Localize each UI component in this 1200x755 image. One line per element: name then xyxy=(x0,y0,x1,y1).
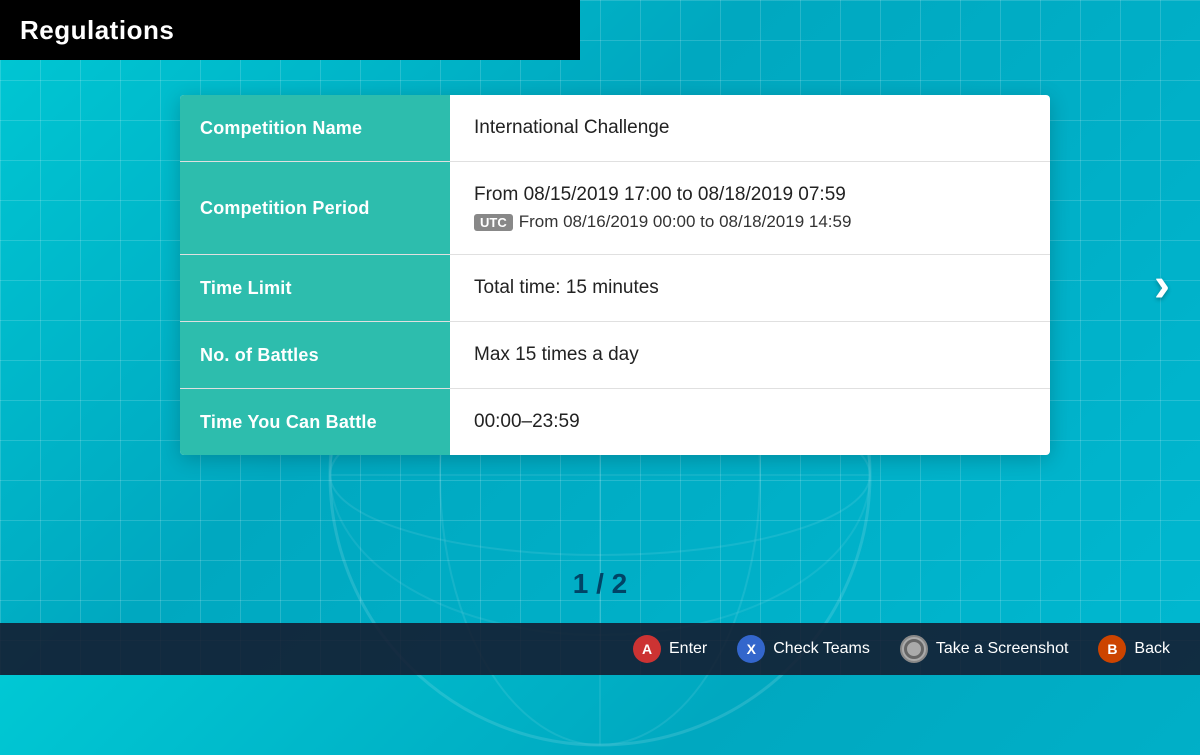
competition-name-text: International Challenge xyxy=(474,117,1026,139)
b-button[interactable]: B xyxy=(1098,635,1126,663)
table-row: No. of Battles Max 15 times a day xyxy=(180,322,1050,389)
no-of-battles-text: Max 15 times a day xyxy=(474,344,1026,366)
time-limit-text: Total time: 15 minutes xyxy=(474,277,1026,299)
table-row: Competition Name International Challenge xyxy=(180,95,1050,162)
title-bar: Regulations xyxy=(0,0,580,60)
back-label: Back xyxy=(1134,640,1170,658)
competition-name-label: Competition Name xyxy=(180,95,450,161)
regulations-panel: Competition Name International Challenge… xyxy=(180,95,1050,455)
time-can-battle-value: 00:00–23:59 xyxy=(450,389,1050,455)
time-limit-value: Total time: 15 minutes xyxy=(450,255,1050,321)
page-indicator: 1 / 2 xyxy=(573,568,627,600)
o-button[interactable] xyxy=(900,635,928,663)
action-enter[interactable]: A Enter xyxy=(633,635,707,663)
competition-period-label: Competition Period xyxy=(180,162,450,254)
competition-period-utc-line: UTC From 08/16/2019 00:00 to 08/18/2019 … xyxy=(474,212,1026,232)
enter-label: Enter xyxy=(669,640,707,658)
utc-badge: UTC xyxy=(474,214,513,231)
table-row: Time You Can Battle 00:00–23:59 xyxy=(180,389,1050,455)
page-title: Regulations xyxy=(20,15,174,46)
time-limit-label: Time Limit xyxy=(180,255,450,321)
competition-period-value: From 08/15/2019 17:00 to 08/18/2019 07:5… xyxy=(450,162,1050,254)
action-screenshot[interactable]: Take a Screenshot xyxy=(900,635,1069,663)
action-back[interactable]: B Back xyxy=(1098,635,1170,663)
screenshot-label: Take a Screenshot xyxy=(936,640,1069,658)
a-button[interactable]: A xyxy=(633,635,661,663)
check-teams-label: Check Teams xyxy=(773,640,870,658)
no-of-battles-value: Max 15 times a day xyxy=(450,322,1050,388)
competition-period-primary: From 08/15/2019 17:00 to 08/18/2019 07:5… xyxy=(474,184,1026,206)
x-button[interactable]: X xyxy=(737,635,765,663)
time-can-battle-label: Time You Can Battle xyxy=(180,389,450,455)
competition-name-value: International Challenge xyxy=(450,95,1050,161)
time-can-battle-text: 00:00–23:59 xyxy=(474,411,1026,433)
no-of-battles-label: No. of Battles xyxy=(180,322,450,388)
next-arrow[interactable]: › xyxy=(1154,258,1170,313)
competition-period-secondary: From 08/16/2019 00:00 to 08/18/2019 14:5… xyxy=(519,212,852,232)
table-row: Competition Period From 08/15/2019 17:00… xyxy=(180,162,1050,255)
bottom-bar: A Enter X Check Teams Take a Screenshot … xyxy=(0,623,1200,675)
action-check-teams[interactable]: X Check Teams xyxy=(737,635,870,663)
table-row: Time Limit Total time: 15 minutes xyxy=(180,255,1050,322)
